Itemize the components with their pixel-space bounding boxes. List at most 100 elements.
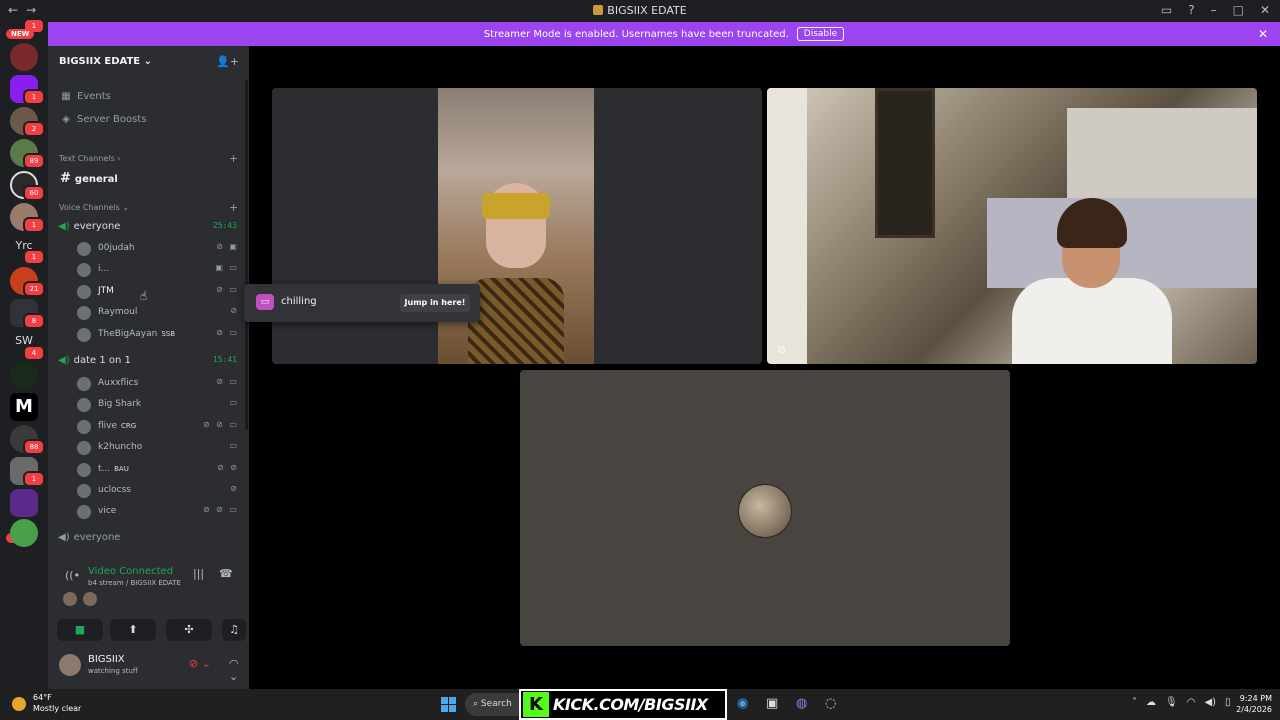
headset-icon[interactable]: ◠ ⌄	[229, 657, 244, 683]
voice-channel-everyone[interactable]: ◀) everyone 25:43	[58, 221, 243, 232]
mention-badge: 89	[23, 153, 45, 169]
server-icon[interactable]	[10, 43, 38, 71]
windows-start-icon[interactable]	[441, 697, 456, 712]
store-icon[interactable]: ▣	[766, 696, 778, 711]
kick-url: KICK.COM/BIGSIIX	[553, 695, 708, 714]
weather-text[interactable]: 64°F Mostly clear	[33, 692, 81, 714]
channel-general[interactable]: # general	[60, 171, 118, 186]
voice-user[interactable]: flive CRG ⊘ ⊘ ▭	[77, 418, 242, 436]
window-title: BIGSIIX EDATE	[0, 4, 1280, 17]
jump-in-button[interactable]: Jump in here!	[400, 294, 470, 312]
close-window-button[interactable]: ✕	[1260, 3, 1270, 17]
add-channel-icon[interactable]: +	[229, 152, 238, 165]
server-icon[interactable]: M	[10, 393, 38, 421]
video-tile[interactable]	[272, 88, 762, 364]
video-tile[interactable]	[520, 370, 1010, 646]
server-icon[interactable]	[10, 519, 38, 547]
voice-user[interactable]: t... BAU ⊘ ⊘	[77, 461, 242, 479]
activities-button[interactable]: ✣	[166, 619, 212, 641]
mention-badge: 21	[23, 281, 45, 297]
voice-status[interactable]: Video Connected	[88, 566, 173, 577]
soundboard-button[interactable]: ♫	[222, 619, 246, 641]
banner-text: Streamer Mode is enabled. Usernames have…	[483, 28, 789, 40]
help-icon[interactable]: ?	[1188, 3, 1194, 17]
voice-user[interactable]: i... ▣ ▭	[77, 261, 242, 279]
disconnect-icon[interactable]: ☎	[219, 567, 233, 580]
boost-icon: ◈	[62, 114, 70, 125]
chevron-right-icon: ›	[117, 154, 121, 163]
voice-location[interactable]: b4 stream / BIGSIIX EDATE	[88, 579, 181, 587]
voice-user[interactable]: Auxxflics ⊘ ▭	[77, 375, 242, 393]
edge-icon[interactable]: ◉	[737, 696, 748, 711]
mention-badge: 1	[23, 249, 45, 265]
chevron-down-icon: ⌄	[143, 56, 153, 67]
sidebar-scrollbar[interactable]	[245, 80, 248, 430]
voice-user[interactable]: Raymoul ⊘	[77, 304, 242, 322]
avatar	[77, 242, 91, 256]
add-channel-icon[interactable]: +	[229, 201, 238, 214]
taskbar-clock[interactable]: 9:24 PM 2/4/2026	[1228, 693, 1272, 715]
voice-status-icons: ⊘ ▣	[216, 242, 239, 251]
user-panel: BIGSIIX watching stuff ⊘ ⌄ ◠ ⌄ ⚙	[53, 646, 279, 684]
custom-status: watching stuff	[88, 667, 138, 675]
voice-status-icons: ▭	[229, 398, 239, 407]
mic-muted-icon[interactable]: ⊘ ⌄	[189, 657, 211, 670]
channel-sidebar: BIGSIIX EDATE ⌄ 👤+ ▦ Events ◈ Server Boo…	[48, 46, 279, 689]
voice-user[interactable]: vice ⊘ ⊘ ▭	[77, 503, 242, 521]
voice-channel-date-1-on-1[interactable]: ◀) date 1 on 1 15:41	[58, 355, 243, 366]
voice-user[interactable]: TheBigAayan SSB ⊘ ▭	[77, 326, 242, 344]
inbox-icon[interactable]: ▭	[1161, 3, 1172, 17]
speaker-icon: ◀)	[58, 355, 70, 366]
video-person-body	[468, 278, 564, 364]
username[interactable]: BIGSIIX	[88, 654, 125, 665]
invite-people-icon[interactable]: 👤+	[216, 55, 239, 68]
screen-share-button[interactable]: ⬆	[110, 619, 156, 641]
server-icon[interactable]	[10, 361, 38, 389]
avatar	[77, 377, 91, 391]
wifi-icon[interactable]: ◠	[1187, 697, 1196, 708]
category-text-channels[interactable]: Text Channels › +	[59, 152, 238, 165]
avatar	[63, 592, 77, 606]
server-icon[interactable]	[10, 489, 38, 517]
video-tile[interactable]: ⊘	[767, 88, 1257, 364]
category-voice-channels[interactable]: Voice Channels ⌄ +	[59, 201, 238, 214]
close-banner-icon[interactable]: ✕	[1258, 27, 1268, 41]
kick-overlay-logo: K KICK.COM/BIGSIIX	[519, 689, 727, 720]
voice-user[interactable]: Big Shark ▭	[77, 396, 242, 414]
app-icon[interactable]: ◌	[825, 696, 836, 711]
kick-logo-icon: K	[523, 692, 549, 717]
noise-suppression-icon[interactable]: |||	[193, 567, 204, 580]
mic-icon[interactable]: 🎙	[1165, 697, 1178, 708]
volume-icon[interactable]: ◀)	[1204, 697, 1216, 708]
avatar	[77, 263, 91, 277]
onedrive-icon[interactable]: ☁	[1146, 697, 1156, 708]
avatar[interactable]	[59, 654, 81, 676]
voice-status-icons: ▭	[229, 441, 239, 450]
voice-user[interactable]: k2huncho ▭	[77, 439, 242, 457]
server-header[interactable]: BIGSIIX EDATE ⌄ 👤+	[48, 46, 249, 80]
mention-badge: 1	[23, 471, 45, 487]
discord-icon[interactable]: ◍	[796, 696, 807, 711]
voice-user[interactable]: JTM ⊘ ▭	[77, 283, 242, 301]
voice-user[interactable]: 00judah ⊘ ▣	[77, 240, 242, 258]
maximize-button[interactable]: □	[1233, 3, 1244, 17]
voice-channel-everyone-2[interactable]: ◀) everyone	[58, 532, 243, 543]
mention-badge: 4	[23, 345, 45, 361]
window-controls: ▭ ? – □ ✕	[1161, 3, 1270, 17]
voice-status-icons: ⊘ ▭	[216, 328, 239, 337]
video-person	[1012, 198, 1172, 364]
voice-status-icons: ⊘	[230, 484, 239, 493]
speaker-icon: ◀)	[58, 532, 70, 543]
chevron-up-icon[interactable]: ˄	[1132, 697, 1137, 708]
hash-icon: #	[60, 171, 71, 186]
voice-user[interactable]: uclocss ⊘	[77, 482, 242, 500]
avatar	[77, 505, 91, 519]
weather-widget[interactable]	[12, 697, 32, 711]
minimize-button[interactable]: –	[1211, 3, 1217, 17]
avatar	[77, 398, 91, 412]
server-name: BIGSIIX EDATE ⌄	[59, 56, 153, 67]
activity-label: chilling	[281, 296, 317, 307]
video-person-shirt	[1012, 278, 1172, 364]
camera-button[interactable]: ■	[57, 619, 103, 641]
disable-streamer-button[interactable]: Disable	[796, 27, 845, 41]
